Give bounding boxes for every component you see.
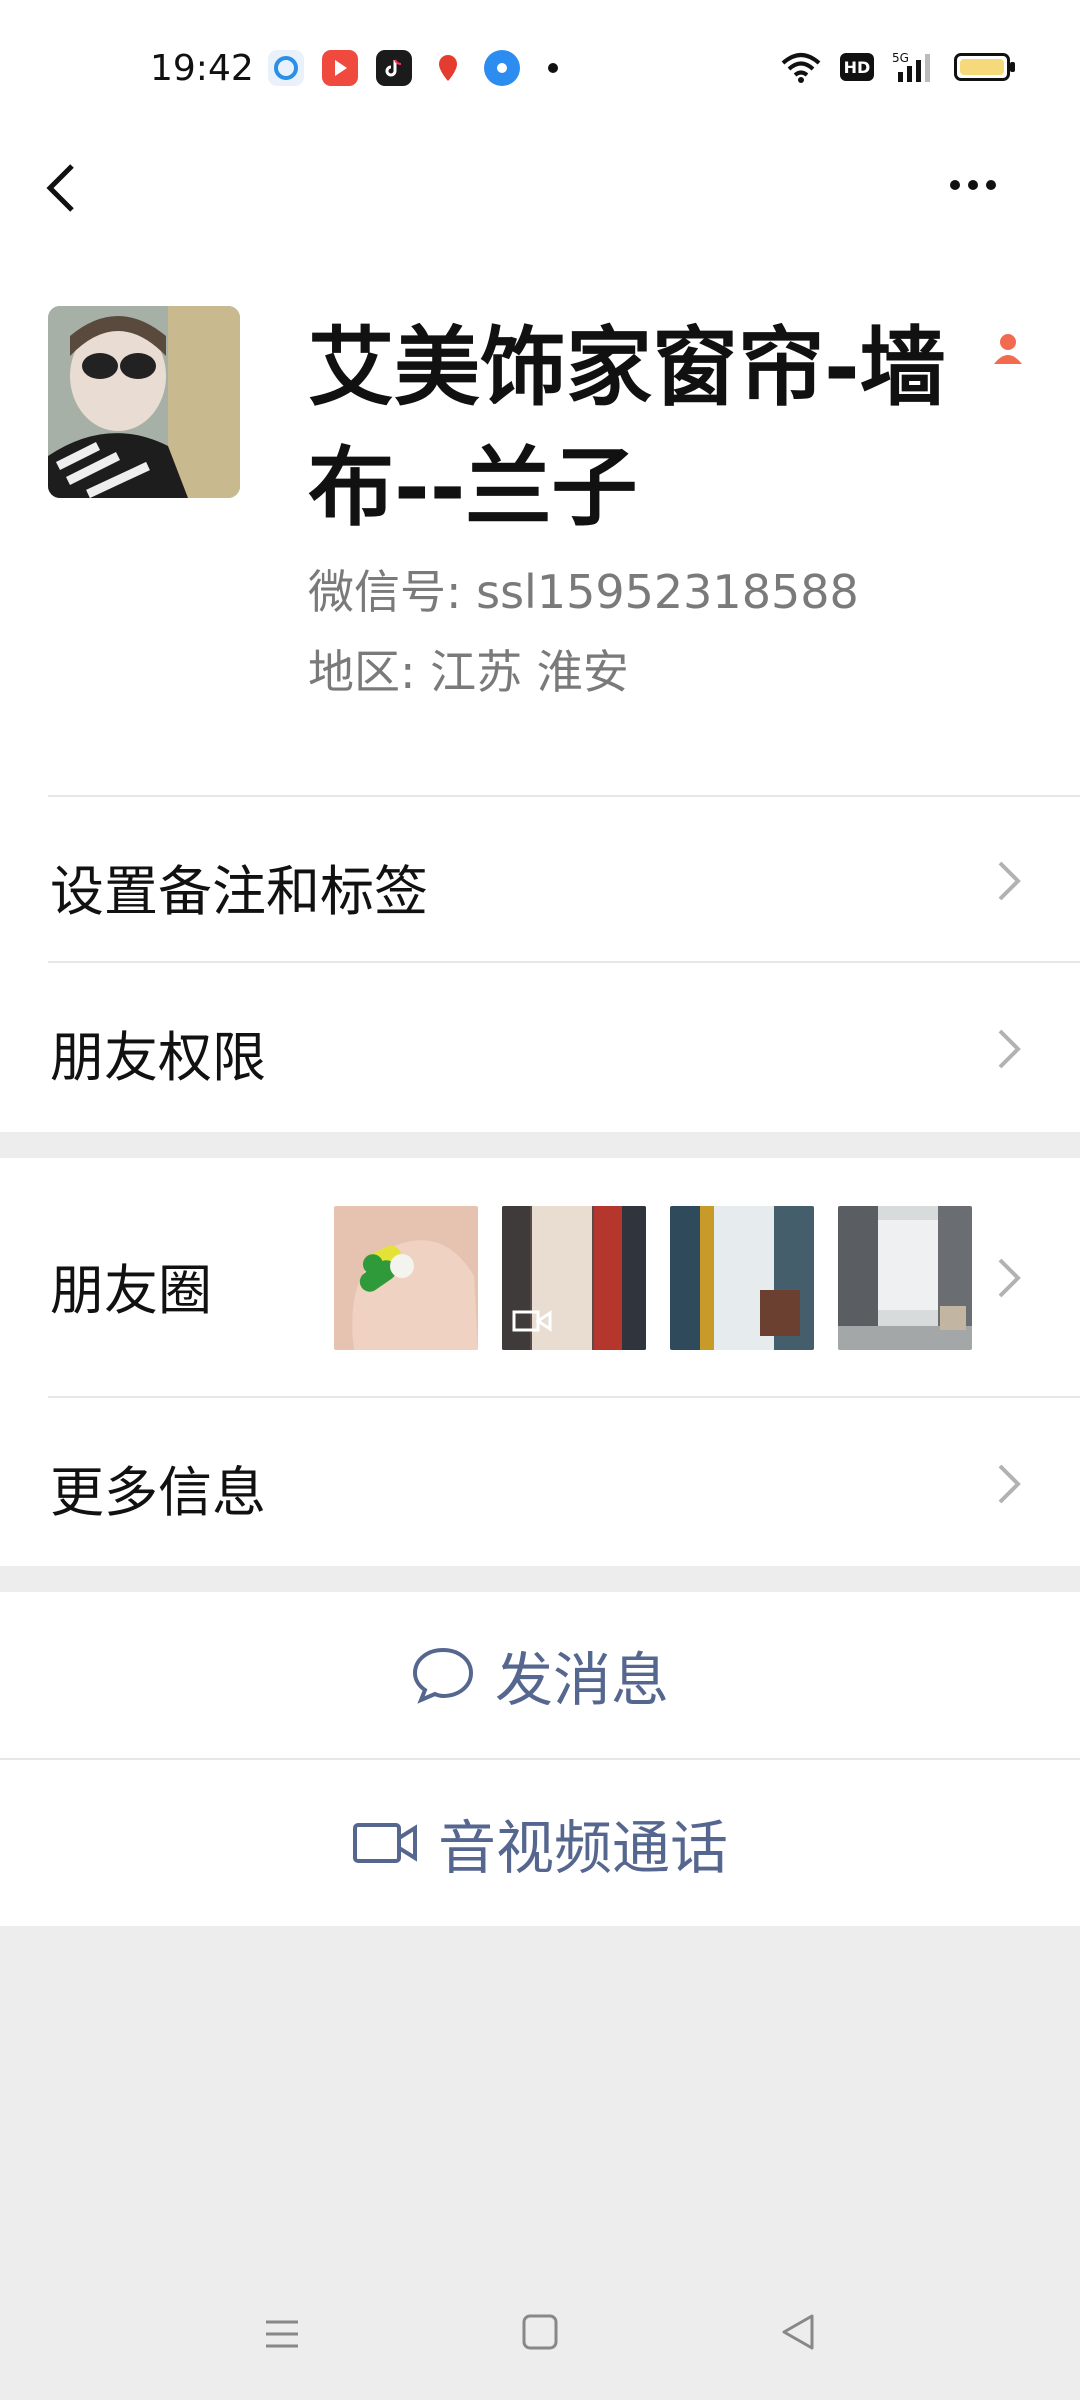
- chevron-right-icon: [998, 1258, 1021, 1298]
- back-button[interactable]: [38, 158, 98, 218]
- region: 地区: 江苏 淮安: [308, 645, 629, 699]
- profile-name: 艾美饰家窗帘-墙布--兰子: [308, 318, 946, 538]
- browser-icon: [268, 50, 304, 86]
- video-camera-icon: [352, 1823, 417, 1863]
- wechat-id: 微信号: ssl15952318588: [308, 565, 859, 619]
- signal-icon: 5G: [892, 51, 930, 82]
- chevron-right-icon: [998, 1029, 1021, 1069]
- home-icon[interactable]: [520, 2312, 560, 2352]
- status-time: 19:42: [150, 48, 254, 89]
- status-right: HD 5G: [780, 50, 1015, 84]
- moment-thumb-video[interactable]: [502, 1206, 646, 1350]
- chevron-right-icon: [998, 1464, 1021, 1504]
- status-app-icons: [268, 50, 558, 86]
- av-call-button[interactable]: 音视频通话: [0, 1760, 1080, 1926]
- more-info-label: 更多信息: [50, 1461, 266, 1524]
- av-call-label: 音视频通话: [437, 1814, 728, 1882]
- more-dots-icon: [950, 180, 960, 190]
- more-button[interactable]: [950, 170, 1020, 200]
- wifi-icon: [781, 53, 821, 83]
- remark-tags-label: 设置备注和标签: [50, 860, 428, 923]
- more-info-row[interactable]: 更多信息: [0, 1398, 1080, 1566]
- moment-thumb[interactable]: [670, 1206, 814, 1350]
- moment-thumb[interactable]: [838, 1206, 972, 1350]
- back-triangle-icon[interactable]: [778, 2312, 818, 2352]
- remark-tags-row[interactable]: 设置备注和标签: [0, 797, 1080, 963]
- menu-icon[interactable]: [262, 2314, 302, 2354]
- moments-row[interactable]: 朋友圈: [0, 1158, 1080, 1398]
- battery-icon: [954, 53, 1015, 81]
- chevron-right-icon: [998, 861, 1021, 901]
- hd-badge: HD: [840, 53, 874, 81]
- send-message-button[interactable]: 发消息: [0, 1592, 1080, 1758]
- send-message-label: 发消息: [494, 1646, 669, 1714]
- chevron-left-icon: [46, 164, 74, 212]
- friend-permissions-label: 朋友权限: [50, 1026, 266, 1089]
- notification-dot: [548, 63, 558, 73]
- baidu-map-icon: [430, 50, 466, 86]
- moments-thumbnails: [334, 1206, 972, 1350]
- tiktok-icon: [376, 50, 412, 86]
- moment-thumb[interactable]: [334, 1206, 478, 1350]
- chat-bubble-icon: [412, 1647, 473, 1704]
- avatar[interactable]: [48, 306, 240, 498]
- female-icon: [994, 334, 1022, 364]
- svg-text:5G: 5G: [892, 51, 909, 65]
- moments-label: 朋友圈: [50, 1259, 212, 1322]
- video-app-icon: [322, 50, 358, 86]
- circle-app-icon: [484, 50, 520, 86]
- friend-permissions-row[interactable]: 朋友权限: [0, 963, 1080, 1132]
